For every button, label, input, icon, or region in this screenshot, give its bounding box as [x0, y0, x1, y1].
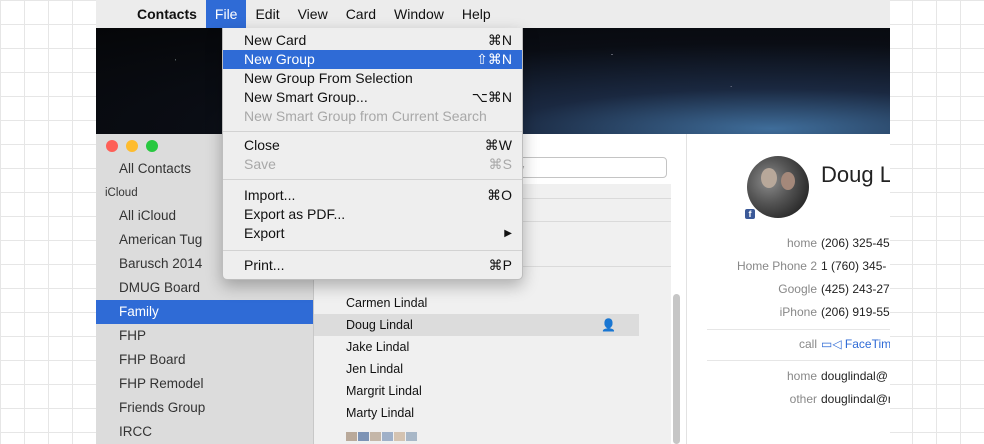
phone-label: iPhone: [779, 305, 817, 319]
menu-item-import[interactable]: Import... ⌘O: [223, 186, 522, 205]
call-label: call: [798, 337, 817, 351]
menu-window[interactable]: Window: [385, 0, 453, 28]
submenu-arrow-icon: ▶: [504, 228, 512, 239]
menu-edit[interactable]: Edit: [246, 0, 288, 28]
menu-item-export-as-pdf[interactable]: Export as PDF...: [223, 205, 522, 224]
contact-row-carmen-lindal[interactable]: Carmen Lindal: [346, 292, 671, 314]
sidebar-item-ircc[interactable]: IRCC: [96, 420, 313, 444]
window-controls: [106, 140, 158, 152]
menu-item-export[interactable]: Export ▶: [223, 224, 522, 243]
phone-row-home-phone-2[interactable]: Home Phone 2 1 (760) 345-: [687, 256, 890, 276]
email-row-other[interactable]: other douglindal@r: [687, 389, 890, 409]
contact-detail-pane: f Doug L home (206) 325-45 Home Phone 2 …: [686, 134, 890, 444]
menu-shortcut: ⇧⌘N: [476, 51, 512, 67]
contact-row-doug-lindal[interactable]: Doug Lindal 👤: [314, 314, 639, 336]
menu-item-close[interactable]: Close ⌘W: [223, 136, 522, 155]
menu-item-new-smart-group[interactable]: New Smart Group... ⌥⌘N: [223, 88, 522, 107]
contact-thumbnail-strip: [346, 432, 417, 441]
sidebar-item-friends-group[interactable]: Friends Group: [96, 396, 313, 420]
menu-shortcut: ⌘N: [487, 32, 512, 48]
contact-row-margrit-lindal[interactable]: Margrit Lindal: [346, 380, 671, 402]
facetime-link[interactable]: ▭◁ FaceTim: [821, 334, 890, 354]
menu-item-new-smart-group-from-search: New Smart Group from Current Search: [223, 107, 522, 126]
menu-separator: [223, 250, 522, 251]
phone-label: Home Phone 2: [736, 259, 817, 273]
menu-item-label: New Smart Group...: [244, 89, 368, 105]
menu-separator: [223, 131, 522, 132]
menu-shortcut: ⌘O: [487, 187, 512, 203]
screen: Contacts File Edit View Card Window Help…: [96, 0, 890, 444]
detail-divider: [707, 329, 890, 330]
menu-shortcut: ⌘P: [488, 257, 512, 273]
email-label: home: [786, 369, 817, 383]
facebook-icon: f: [745, 209, 755, 219]
phone-row-iphone[interactable]: iPhone (206) 919-55: [687, 302, 890, 322]
phone-row-google[interactable]: Google (425) 243-27: [687, 279, 890, 299]
menu-item-label: Print...: [244, 257, 285, 273]
menu-bar: Contacts File Edit View Card Window Help: [96, 0, 890, 29]
phone-value: (425) 243-27: [821, 282, 890, 296]
file-menu-dropdown: New Card ⌘N New Group ⇧⌘N New Group From…: [222, 28, 523, 280]
menu-file[interactable]: File: [205, 0, 247, 28]
contact-row-jen-lindal[interactable]: Jen Lindal: [346, 358, 671, 380]
contact-row-marty-lindal[interactable]: Marty Lindal: [346, 402, 671, 424]
menu-card[interactable]: Card: [337, 0, 385, 28]
sidebar-item-fhp[interactable]: FHP: [96, 324, 313, 348]
menu-item-new-group[interactable]: New Group ⇧⌘N: [223, 50, 522, 69]
facetime-row[interactable]: call ▭◁ FaceTim: [687, 334, 890, 354]
menu-item-label: New Smart Group from Current Search: [244, 108, 487, 124]
menu-view[interactable]: View: [289, 0, 337, 28]
detail-divider: [707, 360, 890, 361]
contact-row-jake-lindal[interactable]: Jake Lindal: [346, 336, 671, 358]
phone-label: home: [786, 236, 817, 250]
email-value: douglindal@: [821, 369, 888, 383]
zoom-window-button[interactable]: [146, 140, 158, 152]
menu-item-new-group-from-selection[interactable]: New Group From Selection: [223, 69, 522, 88]
sidebar-item-fhp-remodel[interactable]: FHP Remodel: [96, 372, 313, 396]
video-camera-icon: ▭◁: [821, 337, 842, 351]
menu-item-label: Close: [244, 137, 280, 153]
menu-shortcut: ⌥⌘N: [471, 89, 512, 105]
phone-value: (206) 325-45: [821, 236, 890, 250]
contact-name: Doug Lindal: [346, 318, 413, 332]
menu-item-label: Export as PDF...: [244, 206, 346, 222]
vertical-scrollbar[interactable]: [673, 294, 680, 444]
menu-item-label: Export: [244, 225, 285, 241]
minimize-window-button[interactable]: [126, 140, 138, 152]
sidebar-item-family[interactable]: Family: [96, 300, 313, 324]
menu-item-label: Save: [244, 156, 276, 172]
menu-item-label: New Card: [244, 32, 307, 48]
menu-item-save: Save ⌘S: [223, 155, 522, 174]
close-window-button[interactable]: [106, 140, 118, 152]
menu-item-label: New Group: [244, 51, 315, 67]
person-icon: 👤: [601, 318, 616, 332]
menu-shortcut: ⌘W: [484, 137, 512, 153]
menu-separator: [223, 179, 522, 180]
menu-item-label: New Group From Selection: [244, 70, 413, 86]
menu-item-print[interactable]: Print... ⌘P: [223, 256, 522, 275]
facetime-label: FaceTim: [844, 337, 890, 351]
phone-row-home[interactable]: home (206) 325-45: [687, 233, 890, 253]
email-label: other: [789, 392, 817, 406]
phone-value: 1 (760) 345-: [821, 259, 887, 273]
menu-help[interactable]: Help: [453, 0, 500, 28]
sidebar-item-fhp-board[interactable]: FHP Board: [96, 348, 313, 372]
menu-item-new-card[interactable]: New Card ⌘N: [223, 31, 522, 50]
email-value: douglindal@r: [821, 392, 890, 406]
app-menu[interactable]: Contacts: [128, 0, 206, 28]
phone-value: (206) 919-55: [821, 305, 890, 319]
phone-label: Google: [778, 282, 817, 296]
menu-shortcut: ⌘S: [488, 156, 512, 172]
email-row-home[interactable]: home douglindal@: [687, 366, 890, 386]
contact-avatar: [747, 156, 809, 218]
contact-name-heading: Doug L: [821, 162, 890, 187]
menu-item-label: Import...: [244, 187, 296, 203]
